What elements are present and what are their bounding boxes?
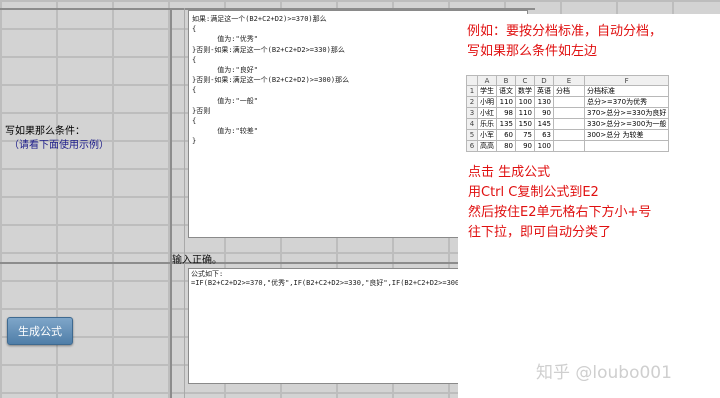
annotation-example-line: 写如果那么条件如左边	[467, 44, 598, 59]
annotation-example-line: 例如：要按分档标准，自动分档，	[467, 24, 663, 39]
condition-title: 写如果那么条件：	[5, 126, 85, 137]
table-cell: 150	[515, 118, 535, 130]
table-cell: 乐乐	[477, 118, 497, 130]
table-cell: 总分>=370为优秀	[583, 96, 670, 108]
row-number: 3	[466, 107, 478, 119]
table-cell: 小明	[477, 96, 497, 108]
table-cell: 300>总分 为较差	[583, 129, 670, 141]
table-cell: 高高	[477, 140, 497, 152]
table-cell: 330>总分>=300为一般	[583, 118, 670, 130]
table-cell: 小军	[477, 129, 497, 141]
table-cell	[553, 118, 585, 130]
table-cell	[553, 96, 585, 108]
generate-formula-button[interactable]: 生成公式	[7, 317, 73, 345]
table-row: 3 小红 98 110 90 370>总分>=330为良好	[466, 107, 670, 119]
table-cell: 100	[515, 96, 535, 108]
column-header: B	[496, 75, 516, 86]
column-header: D	[534, 75, 554, 86]
row-number: 6	[466, 140, 478, 152]
table-cell: 98	[496, 107, 516, 119]
table-cell: 135	[496, 118, 516, 130]
table-cell: 分档标准	[583, 85, 670, 97]
table-cell: 63	[534, 129, 554, 141]
watermark: 知乎 @loubo001	[536, 363, 672, 383]
annotation-step: 用Ctrl C复制公式到E2	[468, 185, 599, 200]
table-cell: 60	[496, 129, 516, 141]
table-cell: 英语	[534, 85, 554, 97]
column-header: A	[477, 75, 497, 86]
table-cell: 100	[534, 140, 554, 152]
table-cell: 学生	[477, 85, 497, 97]
panel-divider-vertical	[170, 8, 172, 398]
table-cell: 数学	[515, 85, 535, 97]
table-row: 6 高高 80 90 100	[466, 140, 670, 152]
table-row: 1 学生 语文 数学 英语 分档 分档标准	[466, 85, 670, 97]
panel-divider-horizontal	[0, 262, 535, 264]
row-number: 5	[466, 129, 478, 141]
annotation-steps: 点击 生成公式 用Ctrl C复制公式到E2 然后按住E2单元格右下方小+号 往…	[468, 163, 651, 243]
table-cell: 130	[534, 96, 554, 108]
condition-hint: （请看下面使用示例）	[9, 140, 109, 151]
table-cell: 90	[515, 140, 535, 152]
table-cell	[553, 140, 585, 152]
table-cell: 145	[534, 118, 554, 130]
annotation-example: 例如：要按分档标准，自动分档， 写如果那么条件如左边	[467, 22, 662, 62]
table-row: 4 乐乐 135 150 145 330>总分>=300为一般	[466, 118, 670, 130]
column-header: E	[553, 75, 585, 86]
example-spreadsheet: A B C D E F 1 学生 语文 数学 英语 分档 分档标准 2 小明 110 100 130 总分>=370…	[466, 75, 670, 152]
table-cell: 80	[496, 140, 516, 152]
column-header: C	[515, 75, 535, 86]
column-header	[466, 75, 478, 86]
table-row: 2 小明 110 100 130 总分>=370为优秀	[466, 96, 670, 108]
table-cell	[583, 140, 670, 152]
table-cell: 90	[534, 107, 554, 119]
column-header: F	[583, 75, 670, 86]
table-cell: 110	[515, 107, 535, 119]
row-number: 4	[466, 118, 478, 130]
table-cell: 语文	[496, 85, 516, 97]
table-cell: 75	[515, 129, 535, 141]
table-row: 5 小军 60 75 63 300>总分 为较差	[466, 129, 670, 141]
table-cell: 370>总分>=330为良好	[583, 107, 670, 119]
annotation-step: 然后按住E2单元格右下方小+号	[468, 205, 652, 220]
table-cell	[553, 129, 585, 141]
row-number: 1	[466, 85, 478, 97]
table-cell: 小红	[477, 107, 497, 119]
table-cell: 分档	[553, 85, 585, 97]
status-message: 输入正确。	[172, 255, 222, 266]
table-cell	[553, 107, 585, 119]
row-number: 2	[466, 96, 478, 108]
table-cell: 110	[496, 96, 516, 108]
annotation-step: 往下拉，即可自动分类了	[468, 225, 612, 240]
panel-divider-inner	[184, 8, 185, 398]
annotation-step: 点击 生成公式	[468, 165, 551, 180]
